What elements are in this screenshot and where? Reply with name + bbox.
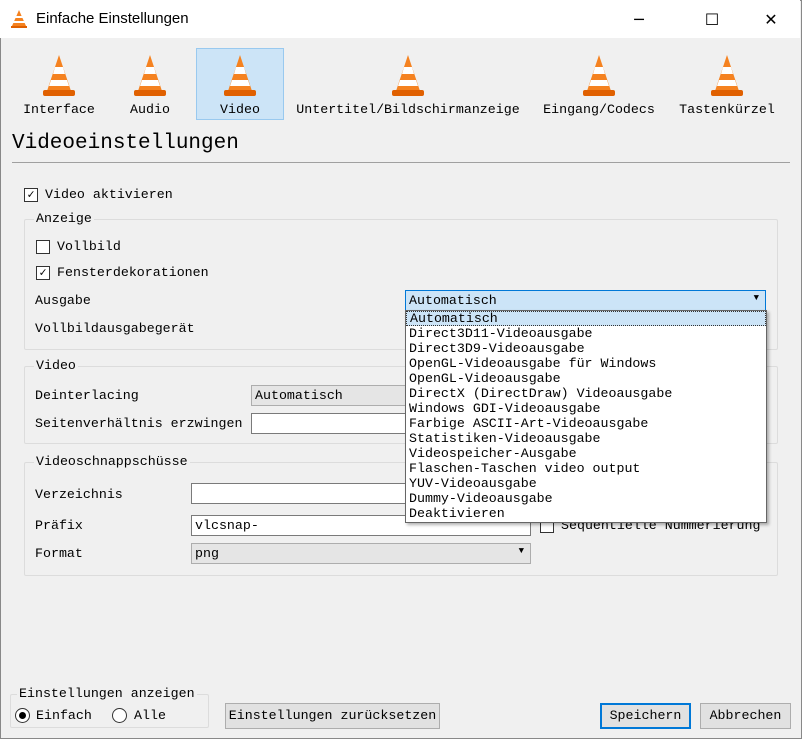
output-select[interactable]: Automatisch ▼ (405, 290, 766, 311)
simple-radio[interactable] (15, 708, 30, 723)
deinterlacing-label: Deinterlacing (35, 388, 139, 403)
directory-label: Verzeichnis (35, 487, 123, 502)
reset-button[interactable]: Einstellungen zurücksetzen (225, 703, 440, 729)
output-option[interactable]: OpenGL-Videoausgabe für Windows (406, 356, 766, 371)
directory-input[interactable] (191, 483, 421, 504)
output-option[interactable]: Direct3D9-Videoausgabe (406, 341, 766, 356)
output-option[interactable]: YUV-Videoausgabe (406, 476, 766, 491)
output-dropdown-list[interactable]: Automatisch Direct3D11-Videoausgabe Direct… (405, 310, 767, 523)
deinterlacing-select[interactable]: Automatisch (251, 385, 421, 406)
snapshots-group-title: Videoschnappschüsse (34, 454, 190, 469)
aspect-ratio-input[interactable] (251, 413, 421, 434)
output-option[interactable]: Deaktivieren (406, 506, 766, 521)
all-radio-label: Alle (134, 708, 166, 723)
format-label: Format (35, 546, 83, 561)
format-select[interactable]: png ▼ (191, 543, 531, 564)
vlc-cone-glasses-icon (224, 55, 256, 96)
vlc-logo-icon (11, 10, 27, 28)
output-label: Ausgabe (35, 293, 91, 308)
output-option[interactable]: Dummy-Videoausgabe (406, 491, 766, 506)
tab-label: Untertitel/Bildschirmanzeige (296, 102, 520, 117)
simple-radio-label: Einfach (36, 708, 92, 723)
video-enable-checkbox[interactable]: ✓ (24, 188, 38, 202)
output-option[interactable]: Flaschen-Taschen video output (406, 461, 766, 476)
chevron-down-icon: ▼ (753, 293, 759, 303)
divider (12, 162, 790, 163)
decorations-label: Fensterdekorationen (57, 265, 209, 280)
aspect-ratio-label: Seitenverhältnis erzwingen (35, 416, 243, 431)
tab-tastenk-rzel[interactable]: Tastenkürzel (673, 48, 781, 120)
minimize-button[interactable]: ─ (616, 0, 662, 38)
output-option[interactable]: DirectX (DirectDraw) Videoausgabe (406, 386, 766, 401)
page-title: Videoeinstellungen (12, 132, 239, 155)
vlc-cone-keys-icon (711, 55, 743, 96)
fullscreen-checkbox[interactable] (36, 240, 50, 254)
tab-label: Interface (23, 102, 95, 117)
chevron-down-icon: ▼ (518, 546, 524, 556)
close-button[interactable]: ✕ (748, 0, 794, 38)
vlc-cone-subtitles-icon (392, 55, 424, 96)
output-option[interactable]: Videospeicher-Ausgabe (406, 446, 766, 461)
vlc-cone-cables-icon (583, 55, 615, 96)
tab-label: Tastenkürzel (679, 102, 775, 117)
output-select-value: Automatisch (409, 293, 497, 308)
output-option[interactable]: Direct3D11-Videoausgabe (406, 326, 766, 341)
fullscreen-label: Vollbild (57, 239, 121, 254)
decorations-checkbox[interactable]: ✓ (36, 266, 50, 280)
output-option[interactable]: OpenGL-Videoausgabe (406, 371, 766, 386)
tab-audio[interactable]: Audio (116, 48, 184, 120)
output-option[interactable]: Farbige ASCII-Art-Videoausgabe (406, 416, 766, 431)
fullscreen-device-label: Vollbildausgabegerät (35, 321, 195, 336)
prefix-label: Präfix (35, 518, 83, 533)
tab-eingang-codecs[interactable]: Eingang/Codecs (538, 48, 660, 120)
video-enable-label: Video aktivieren (45, 187, 173, 202)
output-option[interactable]: Statistiken-Videoausgabe (406, 431, 766, 446)
tab-label: Video (220, 102, 260, 117)
window-title: Einfache Einstellungen (36, 10, 189, 27)
video-group-title: Video (34, 358, 78, 373)
display-group-title: Anzeige (34, 211, 94, 226)
output-option[interactable]: Automatisch (406, 311, 766, 326)
tab-interface[interactable]: Interface (14, 48, 104, 120)
tab-video[interactable]: Video (196, 48, 284, 120)
cancel-button[interactable]: Abbrechen (700, 703, 791, 729)
vlc-cone-headphones-icon (134, 55, 166, 96)
tab-untertitel-bildschirmanzeige[interactable]: Untertitel/Bildschirmanzeige (292, 48, 524, 120)
all-radio[interactable] (112, 708, 127, 723)
vlc-cone-interface-icon (43, 55, 75, 96)
title-bar: Einfache Einstellungen ─ ☐ ✕ (0, 0, 800, 38)
tab-label: Audio (130, 102, 170, 117)
show-settings-title: Einstellungen anzeigen (17, 686, 197, 701)
format-value: png (195, 546, 219, 561)
output-option[interactable]: Windows GDI-Videoausgabe (406, 401, 766, 416)
tab-label: Eingang/Codecs (543, 102, 655, 117)
deinterlacing-value: Automatisch (255, 388, 343, 403)
maximize-button[interactable]: ☐ (689, 0, 735, 38)
save-button[interactable]: Speichern (600, 703, 691, 729)
